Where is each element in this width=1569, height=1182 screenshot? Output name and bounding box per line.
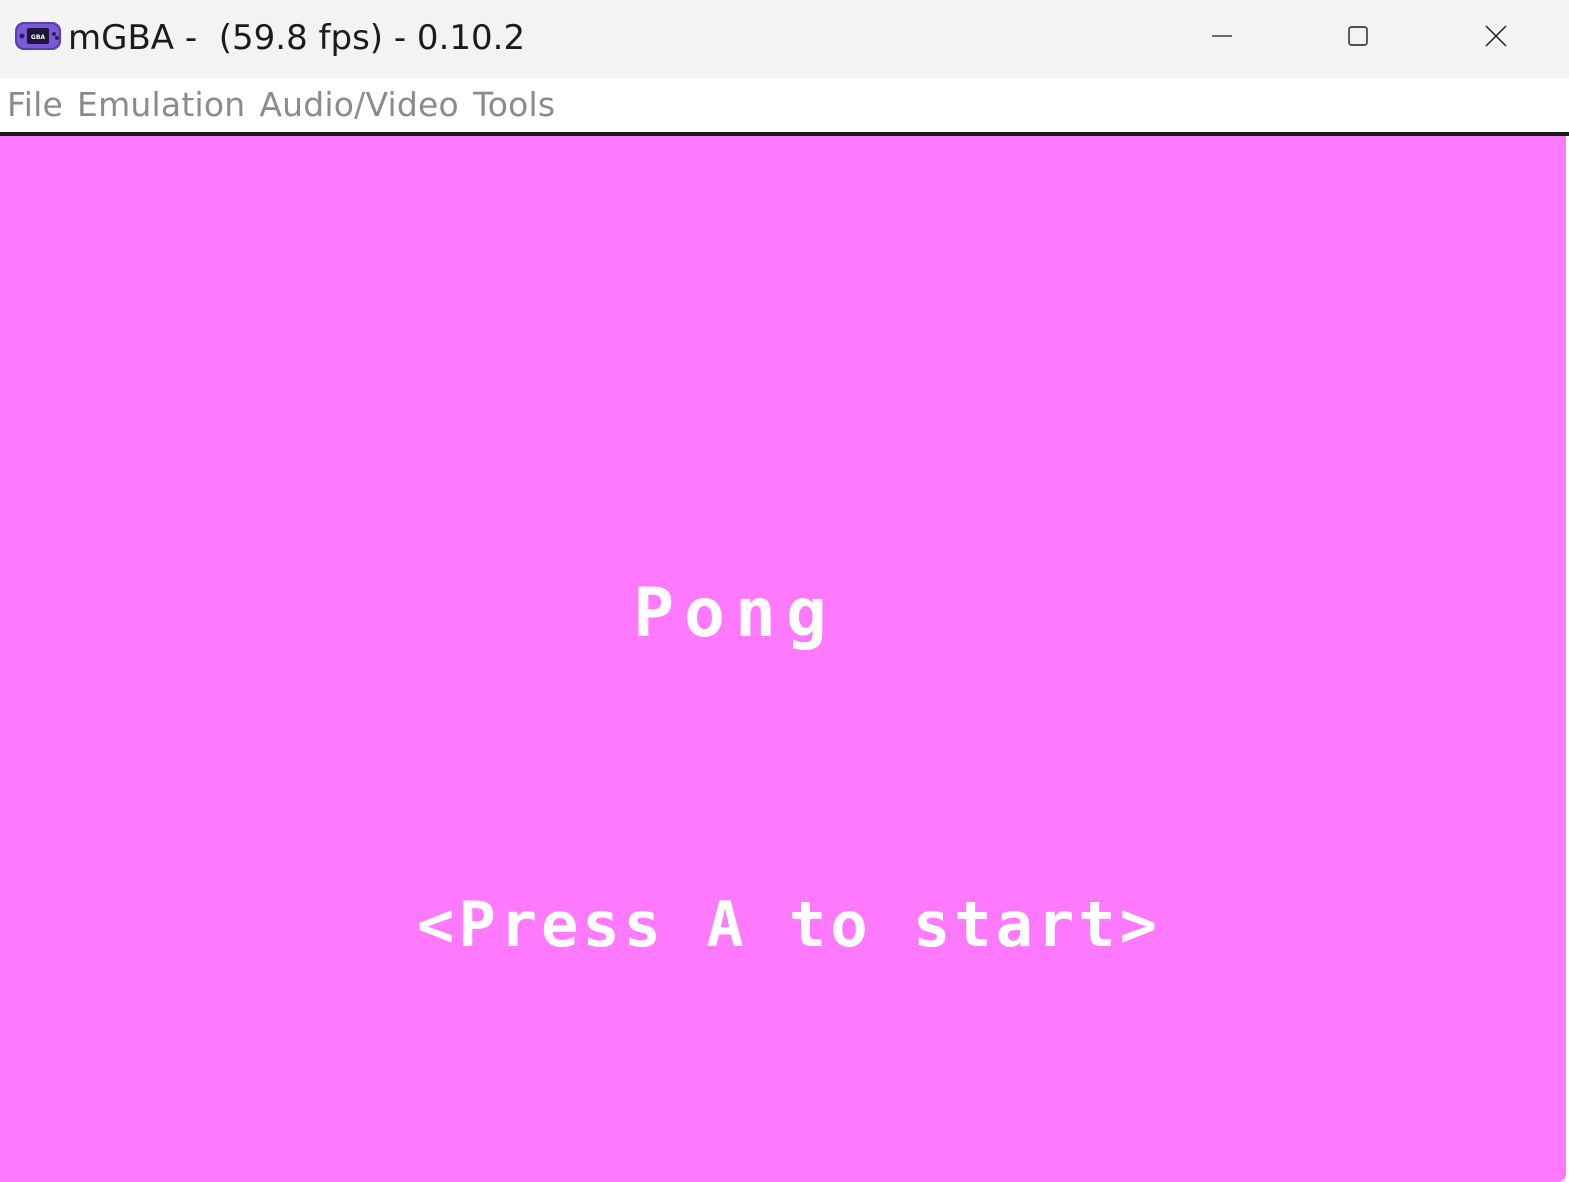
close-button[interactable] — [1429, 0, 1563, 72]
close-icon — [1485, 25, 1507, 47]
gba-console-icon: GBA — [15, 22, 61, 50]
window-title: mGBA - (59.8 fps) - 0.10.2 — [68, 18, 526, 58]
svg-text:GBA: GBA — [31, 34, 45, 41]
mgba-window: GBA mGBA - (59.8 fps) - 0.10.2 File Emul… — [0, 0, 1569, 1182]
menu-tools[interactable]: Tools — [466, 78, 562, 132]
maximize-icon — [1348, 26, 1368, 46]
minimize-icon — [1212, 35, 1232, 37]
menu-emulation[interactable]: Emulation — [70, 78, 252, 132]
menu-audio-video[interactable]: Audio/Video — [252, 78, 466, 132]
menu-file[interactable]: File — [0, 78, 70, 132]
game-screen[interactable]: Pong <Press A to start> — [0, 136, 1566, 1182]
minimize-button[interactable] — [1155, 0, 1289, 72]
menu-bar: File Emulation Audio/Video Tools — [0, 78, 1569, 132]
game-title: Pong — [633, 574, 837, 653]
maximize-button[interactable] — [1291, 0, 1425, 72]
start-prompt: <Press A to start> — [417, 888, 1161, 961]
title-bar[interactable]: GBA mGBA - (59.8 fps) - 0.10.2 — [0, 0, 1569, 78]
